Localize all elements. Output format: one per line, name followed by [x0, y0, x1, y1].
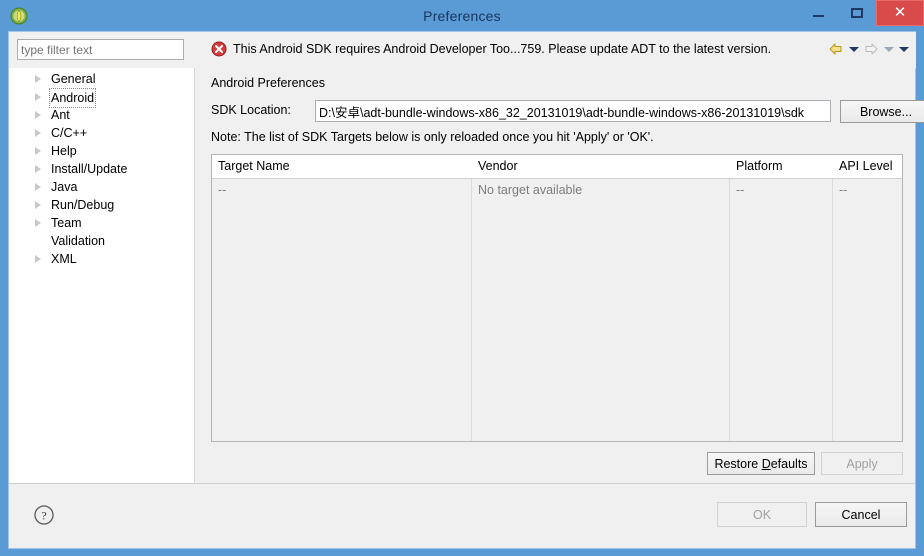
column-header-platform[interactable]: Platform	[730, 155, 832, 178]
cancel-button[interactable]: Cancel	[815, 502, 907, 527]
message-bar: This Android SDK requires Android Develo…	[195, 32, 916, 69]
table-row[interactable]: -- No target available -- --	[212, 179, 902, 201]
title-bar: Preferences ✕	[0, 0, 924, 32]
help-icon[interactable]: ?	[33, 504, 55, 526]
sidebar-item-ant[interactable]: Ant	[9, 106, 194, 124]
sidebar-item-validation[interactable]: Validation	[9, 232, 194, 250]
sidebar-item-label: Run/Debug	[51, 198, 115, 212]
ok-button[interactable]: OK	[717, 502, 807, 527]
cell-vendor: No target available	[478, 183, 583, 197]
sidebar-item-label: Install/Update	[51, 162, 128, 176]
sdk-location-input[interactable]	[315, 100, 831, 122]
sidebar-item-java[interactable]: Java	[9, 178, 194, 196]
sdk-location-row: SDK Location: Browse...	[211, 100, 924, 124]
sdk-targets-table[interactable]: Target Name Vendor Platform API Level --…	[211, 154, 903, 442]
preferences-window: Preferences ✕ This Android SDK requires …	[0, 0, 924, 556]
column-header-target-name[interactable]: Target Name	[212, 155, 471, 178]
chevron-right-icon[interactable]	[35, 147, 41, 155]
chevron-right-icon[interactable]	[35, 165, 41, 173]
sidebar-item-label: Help	[51, 144, 77, 158]
sidebar-item-label: General	[51, 72, 96, 86]
dialog-client-area: This Android SDK requires Android Develo…	[8, 31, 924, 549]
sdk-location-label: SDK Location:	[211, 103, 291, 117]
window-title: Preferences	[423, 8, 501, 24]
preferences-tree-panel: General Android Ant C/C++ Help Install/U…	[9, 68, 195, 484]
chevron-right-icon[interactable]	[35, 219, 41, 227]
cell-platform: --	[736, 183, 745, 197]
chevron-right-icon[interactable]	[35, 255, 41, 263]
sidebar-item-xml[interactable]: XML	[9, 250, 194, 268]
sidebar-item-install-update[interactable]: Install/Update	[9, 160, 194, 178]
chevron-right-icon[interactable]	[35, 93, 41, 101]
sidebar-item-run-debug[interactable]: Run/Debug	[9, 196, 194, 214]
cell-api-level: --	[839, 183, 848, 197]
sidebar-item-label: Java	[51, 180, 78, 194]
chevron-right-icon[interactable]	[35, 201, 41, 209]
dialog-footer: ? OK Cancel	[9, 483, 915, 548]
sidebar-item-label: C/C++	[51, 126, 88, 140]
sidebar-item-general[interactable]: General	[9, 70, 194, 88]
close-button[interactable]: ✕	[876, 0, 924, 26]
window-controls: ✕	[800, 0, 924, 30]
view-menu-chevron-down-icon[interactable]	[897, 40, 910, 58]
sidebar-item-label: Validation	[51, 234, 105, 248]
forward-arrow-icon	[862, 40, 880, 58]
cell-target-name: --	[218, 183, 227, 197]
column-header-api-level[interactable]: API Level	[833, 155, 902, 178]
sidebar-item-android[interactable]: Android	[9, 88, 194, 108]
svg-text:?: ?	[41, 509, 46, 523]
restore-defaults-button[interactable]: Restore Defaults	[707, 452, 815, 475]
forward-menu-chevron-down-icon[interactable]	[882, 40, 895, 58]
chevron-right-icon[interactable]	[35, 129, 41, 137]
minimize-button[interactable]	[800, 0, 838, 26]
chevron-right-icon[interactable]	[35, 75, 41, 83]
sidebar-item-label: Team	[51, 216, 82, 230]
android-preferences-pane: Android Preferences SDK Location: Browse…	[195, 68, 924, 484]
message-bar-navigation	[827, 40, 910, 58]
page-title: Android Preferences	[211, 76, 325, 90]
sidebar-item-label: XML	[51, 252, 77, 266]
table-header-row: Target Name Vendor Platform API Level	[212, 155, 902, 179]
sidebar-item-help[interactable]: Help	[9, 142, 194, 160]
sidebar-item-team[interactable]: Team	[9, 214, 194, 232]
restore-defaults-mnemonic: D	[761, 456, 771, 471]
back-menu-chevron-down-icon[interactable]	[847, 40, 860, 58]
apply-button[interactable]: Apply	[821, 452, 903, 475]
sidebar-item-label: Ant	[51, 108, 70, 122]
maximize-button[interactable]	[838, 0, 876, 26]
filter-input[interactable]	[17, 39, 184, 60]
column-header-vendor[interactable]: Vendor	[472, 155, 729, 178]
browse-button[interactable]: Browse...	[840, 100, 924, 123]
preferences-tree: General Android Ant C/C++ Help Install/U…	[9, 68, 194, 268]
back-arrow-icon[interactable]	[827, 40, 845, 58]
error-message-text: This Android SDK requires Android Develo…	[233, 42, 772, 56]
chevron-right-icon[interactable]	[35, 111, 41, 119]
sidebar-item-label: Android	[49, 88, 97, 108]
chevron-right-icon[interactable]	[35, 183, 41, 191]
sdk-targets-note: Note: The list of SDK Targets below is o…	[211, 130, 654, 144]
sidebar-item-c-cpp[interactable]: C/C++	[9, 124, 194, 142]
error-icon	[211, 41, 227, 57]
